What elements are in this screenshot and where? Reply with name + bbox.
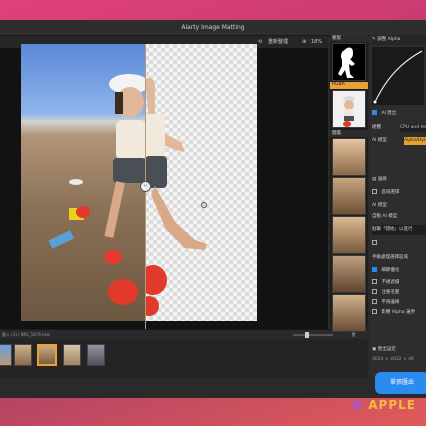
brush-icon[interactable]: ✎ [372,37,376,42]
split-handle[interactable]: ‹› [140,181,151,192]
output-label: 匯出設定 [377,347,396,352]
status-bar: 匯入 (1) | IMG_5876.heic 🗑 [0,329,368,339]
option-checkbox[interactable] [372,279,377,284]
layers-label: 圖層 [330,130,368,137]
tip-text: 點擊「開始」以進行 [372,227,413,232]
layer-tile[interactable] [332,177,366,215]
option-row: 注重毛髮 [372,288,426,298]
ai-model2-label: AI 模型 [372,203,387,208]
alpha-header: ✎ 調整 Alpha [372,35,426,45]
cutout-figure [139,77,207,316]
zoom-slider[interactable] [293,332,333,338]
thumbnail[interactable] [87,344,105,366]
alpha-curve-graph [373,50,423,104]
rgba-tile[interactable] [332,90,366,128]
option-label: 平滑邊緣 [381,300,400,305]
zoom-icon[interactable]: ⊕ [302,37,306,47]
toggle-row [372,239,426,249]
mask-column: 蒙版 RGBA 圖層 [330,35,368,332]
output-icon: ▣ [372,347,377,352]
model-badge[interactable]: AlphaStyle [404,137,426,145]
rgba-figure [343,96,355,127]
region-checkbox[interactable] [372,189,377,194]
option-label: 注重毛髮 [381,290,400,295]
auto-model-row: 自動 AI 模型 [372,212,426,222]
thumbnail[interactable] [0,344,12,366]
output-value: 3024 × 4032 × 4K [372,357,414,362]
ai-section-label: AI 匯出 [381,111,397,116]
layer-tile[interactable] [332,294,366,332]
layer-tile[interactable] [332,138,366,176]
adjust-alpha-label: 調整 Alpha [377,37,401,42]
layer-tile[interactable] [332,216,366,254]
watermark: ✿ APPLE [352,398,426,414]
settings-panel: ✎ 調整 Alpha AI 匯出 硬體 CPU and Image AI 模型 … [370,35,426,378]
option-checkbox[interactable] [372,299,377,304]
filmstrip [0,339,368,378]
region-label: 區域選擇 [381,190,400,195]
watermark-text: APPLE [368,398,416,412]
layer-tile[interactable] [332,255,366,293]
option-row: 平滑邊緣 [372,298,426,308]
output-value-row: 3024 × 4032 × 4K [372,355,426,365]
alpha-curve[interactable] [372,47,424,105]
thumbnail-selected[interactable] [37,344,57,366]
alpha-mask-tile[interactable] [332,43,366,81]
thumbnail[interactable] [14,344,32,366]
model-row: AI 模型 AlphaStyle [372,136,426,146]
device-select[interactable]: CPU and Image [400,124,426,132]
refine-label: 細節優化 [381,268,400,273]
ai-model-row: AI 模型 [372,201,426,211]
ai-checkbox[interactable] [372,110,377,115]
reset-button[interactable]: 重新整理 [268,37,288,47]
rgba-label: RGBA [330,82,368,89]
device-label: 硬體 [372,125,381,130]
manual-label: 手動處理選擇區域 [372,255,408,260]
tip-row: 點擊「開始」以進行 [372,225,426,235]
option-row: 影響 Alpha 邊界 [372,308,426,318]
export-button[interactable]: 單張匯出 [375,372,426,394]
watermark-logo-icon: ✿ [352,398,364,412]
reset-icon[interactable]: ⟲ [258,37,262,47]
mask-header: 蒙版 [330,35,368,42]
refine-row: 細節優化 [372,266,426,276]
child-figure [48,74,149,305]
option-checkbox[interactable] [372,309,377,314]
cutout-preview [139,44,257,321]
output-row: ▣ 匯出設定 [372,345,426,355]
option-row: 不規遮擋 [372,278,426,288]
brush-cursor [201,202,207,208]
auto-model-label: 自動 AI 模型 [372,214,398,219]
zoom-level[interactable]: 18% [311,37,322,47]
edge-row: ▤ 邊緣 [372,175,426,185]
device-row: 硬體 CPU and Image [372,123,426,133]
manual-row: 手動處理選擇區域 [372,253,426,263]
edge-label: 邊緣 [377,177,387,182]
original-photo [21,44,149,321]
ai-export-row: AI 匯出 [372,109,426,119]
region-row: 區域選擇 [372,188,426,198]
title-bar: Aiarty Image Matting [0,20,426,36]
option-label: 影響 Alpha 邊界 [381,310,416,315]
window-title: Aiarty Image Matting [181,24,245,31]
refine-checkbox[interactable] [372,267,377,272]
mask-silhouette [338,47,355,78]
model-label: AI 模型 [372,138,387,143]
option-checkbox[interactable] [372,289,377,294]
thumbnail[interactable] [63,344,81,366]
zoom-slider-thumb[interactable] [305,332,309,338]
edge-icon: ▤ [372,177,377,182]
option-label: 不規遮擋 [381,280,400,285]
toggle-checkbox[interactable] [372,240,377,245]
